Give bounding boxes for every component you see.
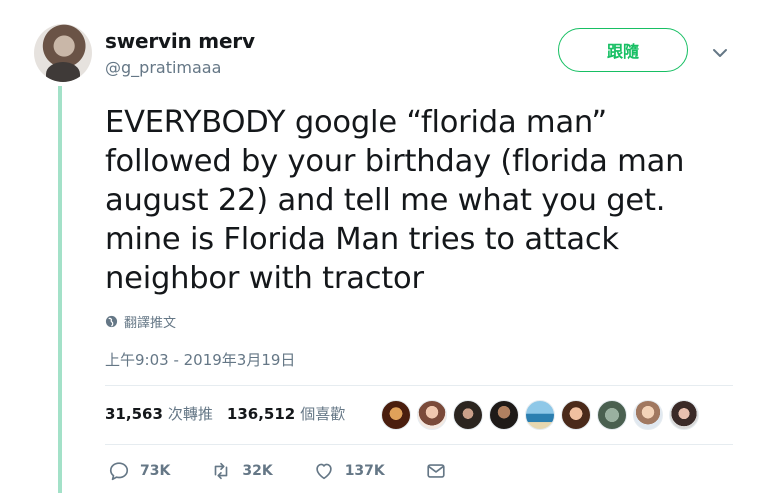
retweet-count-label[interactable]: 次轉推 <box>168 403 213 424</box>
timestamp[interactable]: 上午9:03 - 2019年3月19日 <box>105 349 295 370</box>
tweet-text-line: august 22) and tell me what you get. <box>105 183 666 218</box>
translate-label[interactable]: 翻譯推文 <box>124 312 176 331</box>
avatar[interactable] <box>417 400 447 430</box>
avatar[interactable] <box>489 400 519 430</box>
reply-button[interactable]: 73K <box>108 460 170 482</box>
reply-icon <box>109 462 129 481</box>
avatar[interactable] <box>597 400 627 430</box>
tweet-text-line: followed by your birthday (florida man <box>105 144 685 179</box>
thread-line <box>58 86 62 493</box>
avatar[interactable] <box>453 400 483 430</box>
message-icon <box>427 464 445 478</box>
tweet-text-line: EVERYBODY google “florida man” <box>105 105 608 140</box>
tweet-text: EVERYBODY google “florida man” followed … <box>105 103 745 298</box>
chevron-down-icon[interactable] <box>708 44 732 62</box>
author-handle[interactable]: @g_pratimaaa <box>105 58 221 77</box>
retweet-icon <box>215 462 228 480</box>
globe-icon <box>105 315 118 328</box>
divider <box>105 385 733 386</box>
retweet-count[interactable]: 31,563 <box>105 405 163 423</box>
avatar[interactable] <box>381 400 411 430</box>
likers-avatars[interactable] <box>381 400 705 430</box>
author-name[interactable]: swervin merv <box>105 29 255 53</box>
like-count-label[interactable]: 個喜歡 <box>300 403 345 424</box>
direct-message-button[interactable] <box>425 460 447 482</box>
avatar[interactable] <box>561 400 591 430</box>
reply-count: 73K <box>140 463 171 479</box>
tweet-actions: 73K 32K 137K <box>108 460 487 482</box>
avatar[interactable] <box>34 24 92 82</box>
tweet-text-line: neighbor with tractor <box>105 261 424 296</box>
like-action-count: 137K <box>344 463 385 479</box>
like-count[interactable]: 136,512 <box>227 405 295 423</box>
divider <box>105 444 733 445</box>
tweet-text-line: mine is Florida Man tries to attack <box>105 222 619 257</box>
avatar[interactable] <box>633 400 663 430</box>
retweet-button[interactable]: 32K <box>210 460 273 482</box>
avatar[interactable] <box>525 400 555 430</box>
retweet-action-count: 32K <box>242 463 273 479</box>
heart-icon <box>315 463 332 480</box>
like-button[interactable]: 137K <box>313 460 385 482</box>
follow-button[interactable]: 跟隨 <box>558 28 688 72</box>
engagement-stats: 31,563 次轉推 136,512 個喜歡 <box>105 403 359 424</box>
translate-tweet-link[interactable]: 翻譯推文 <box>105 312 176 331</box>
avatar[interactable] <box>669 400 699 430</box>
